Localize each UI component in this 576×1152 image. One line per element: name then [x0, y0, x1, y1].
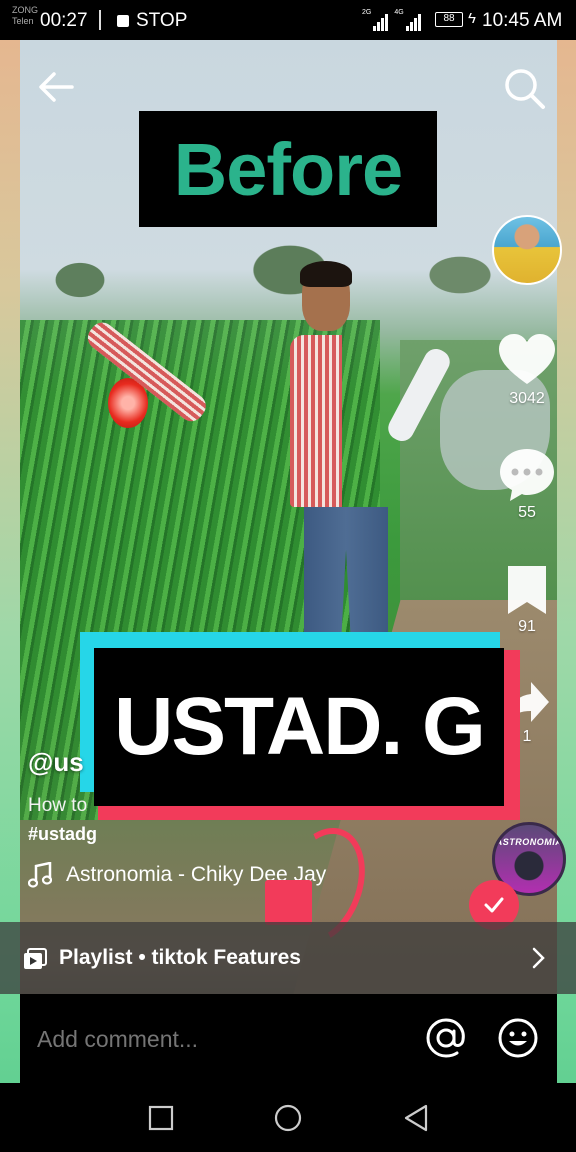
save-button[interactable]: 91: [495, 564, 559, 636]
disc-label: ASTRONOMIA: [495, 837, 563, 847]
record-stop-button[interactable]: [265, 880, 312, 925]
system-nav-bar: [0, 1083, 576, 1152]
recording-timer: 00:27: [40, 10, 88, 31]
back-icon[interactable]: [401, 1103, 431, 1133]
stop-recording-button[interactable]: STOP: [136, 10, 187, 32]
checkmark-icon: [484, 897, 504, 913]
before-label: Before: [139, 111, 437, 227]
playlist-icon: [24, 948, 47, 969]
comment-button[interactable]: 55: [495, 446, 559, 522]
bookmark-icon: [508, 566, 546, 614]
comment-count: 55: [518, 504, 536, 521]
like-button[interactable]: 3042: [495, 332, 559, 408]
heart-icon: [499, 334, 555, 384]
music-note-icon: [28, 862, 52, 888]
clock: 10:45 AM: [482, 10, 563, 31]
creator-avatar[interactable]: [492, 215, 562, 285]
charging-icon: ϟ: [468, 10, 476, 27]
ustad-banner: USTAD. G: [80, 632, 520, 822]
creator-username[interactable]: @us: [28, 747, 84, 778]
like-count: 3042: [509, 390, 545, 407]
playlist-bar[interactable]: Playlist • tiktok Features: [0, 922, 576, 994]
back-arrow-icon[interactable]: [34, 65, 78, 109]
stop-icon[interactable]: [117, 15, 129, 27]
hashtag-link[interactable]: #ustadg: [28, 824, 97, 845]
comment-bubble-icon: [500, 449, 554, 501]
signal-indicator: 2G 4G: [362, 9, 421, 31]
search-icon[interactable]: [500, 64, 548, 112]
recent-apps-icon[interactable]: [146, 1103, 176, 1133]
playlist-label: Playlist • tiktok Features: [59, 946, 301, 969]
home-icon[interactable]: [273, 1103, 303, 1133]
status-bar: ZONG Telen 00:27 STOP 2G 4G 88 ϟ 10:45 A…: [0, 0, 576, 40]
emoji-icon[interactable]: [497, 1017, 539, 1059]
comment-bar: [20, 994, 557, 1083]
comment-input[interactable]: [37, 1026, 397, 1053]
post-description: How to: [28, 795, 88, 816]
mention-at-icon[interactable]: [425, 1017, 467, 1059]
battery-icon: 88: [435, 12, 463, 27]
carrier-label: ZONG Telen: [12, 5, 38, 26]
chevron-right-icon: [532, 947, 545, 969]
divider: [99, 10, 101, 30]
